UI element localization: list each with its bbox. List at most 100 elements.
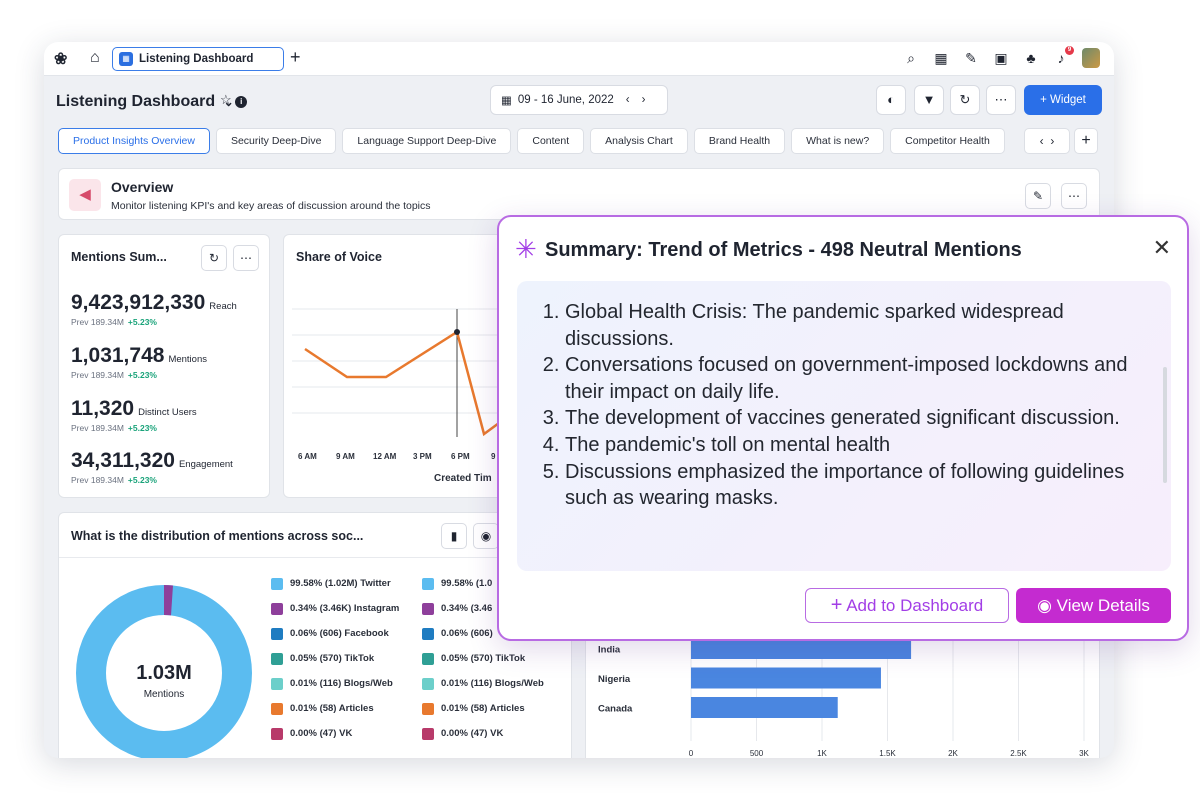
apps-grid-icon[interactable]: ▦ xyxy=(932,50,950,67)
compose-icon[interactable]: ✎ xyxy=(962,50,980,67)
summary-popup: ✳ Summary: Trend of Metrics - 498 Neutra… xyxy=(497,215,1189,641)
overview-card: ◀ Overview Monitor listening KPI's and k… xyxy=(58,168,1100,220)
legend-label: 0.06% (606) xyxy=(441,628,493,639)
summary-item: Discussions emphasized the importance of… xyxy=(565,459,1151,512)
x-tick-label: 6 PM xyxy=(451,452,470,461)
date-range-picker[interactable]: ▦ 09 - 16 June, 2022 ‹ › xyxy=(490,85,668,115)
filter-button[interactable]: ▼ xyxy=(914,85,944,115)
legend-item[interactable]: 0.01% (58) Articles xyxy=(271,696,399,721)
legend-swatch xyxy=(271,727,283,740)
chevron-left-icon[interactable]: ‹ xyxy=(626,94,630,106)
tab-brand-health[interactable]: Brand Health xyxy=(693,128,786,154)
add-tab-button[interactable]: + xyxy=(290,47,301,68)
legend-swatch xyxy=(422,652,434,665)
legend-item[interactable]: 0.00% (47) VK xyxy=(422,721,571,746)
calendar-icon[interactable]: ▣ xyxy=(992,50,1010,67)
legend-item[interactable]: 0.01% (116) Blogs/Web xyxy=(422,671,571,696)
popup-title: Summary: Trend of Metrics - 498 Neutral … xyxy=(545,239,1022,261)
legend-item[interactable]: 0.05% (570) TikTok xyxy=(422,646,571,671)
metric-mentions: 1,031,748 Mentions Prev 189.34M +5.23% xyxy=(71,344,207,380)
legend-label: 0.00% (47) VK xyxy=(290,728,353,739)
legend-item[interactable]: 0.01% (58) Articles xyxy=(422,696,571,721)
community-icon[interactable]: ♣ xyxy=(1022,50,1040,66)
overview-subtitle: Monitor listening KPI's and key areas of… xyxy=(111,200,431,212)
legend-item[interactable]: 0.34% (3.46K) Instagram xyxy=(271,596,399,621)
view-details-button[interactable]: ◉ View Details xyxy=(1016,588,1171,623)
legend-label: 0.34% (3.46K) Instagram xyxy=(290,603,400,614)
info-icon[interactable]: i xyxy=(235,96,248,108)
overview-title: Overview xyxy=(111,179,174,195)
legend-label: 99.58% (1.02M) Twitter xyxy=(290,578,391,589)
summary-item: The pandemic's toll on mental health xyxy=(565,432,1151,459)
x-tick-label: 3K xyxy=(1079,749,1089,758)
user-avatar[interactable] xyxy=(1082,48,1100,68)
app-logo-icon[interactable]: ❀ xyxy=(54,49,76,69)
metric-change: +5.23% xyxy=(127,317,157,327)
x-axis-label: Created Tim xyxy=(434,473,492,484)
legend-item[interactable]: 0.05% (570) TikTok xyxy=(271,646,399,671)
page-title-text: Listening Dashboard xyxy=(56,93,216,110)
metric-change: +5.23% xyxy=(127,475,157,485)
close-icon[interactable]: ✕ xyxy=(1153,235,1171,261)
legend-swatch xyxy=(422,602,434,615)
add-dashboard-tab-button[interactable]: + xyxy=(1074,128,1098,154)
edit-button[interactable]: ✎ xyxy=(1025,183,1051,209)
mentions-summary-title: Mentions Sum... xyxy=(71,250,167,264)
metric-prev: Prev 189.34M xyxy=(71,423,124,433)
legend-item[interactable]: 0.06% (606) Facebook xyxy=(271,621,399,646)
legend-swatch xyxy=(271,652,283,665)
tab-what-is-new[interactable]: What is new? xyxy=(791,128,885,154)
more-options-button[interactable]: ⋯ xyxy=(986,85,1016,115)
toggle-view-button[interactable]: ◐ xyxy=(876,85,906,115)
star-icon[interactable]: ☆ xyxy=(220,92,232,107)
legend-item[interactable]: 0.01% (116) Blogs/Web xyxy=(271,671,399,696)
mentions-more-button[interactable]: ⋯ xyxy=(233,245,259,271)
hover-point xyxy=(454,329,460,335)
refresh-button[interactable]: ↻ xyxy=(950,85,980,115)
home-icon[interactable]: ⌂ xyxy=(90,49,100,67)
bar-nigeria[interactable] xyxy=(691,667,881,689)
legend-label: 0.05% (570) TikTok xyxy=(441,653,526,664)
legend-item[interactable]: 0.00% (47) VK xyxy=(271,721,399,746)
metric-value: 1,031,748 xyxy=(71,344,165,367)
tab-language-support-deep-dive[interactable]: Language Support Deep-Dive xyxy=(342,128,512,154)
browser-tab-listening-dashboard[interactable]: ▦ Listening Dashboard xyxy=(112,47,284,71)
add-widget-button[interactable]: + Widget xyxy=(1024,85,1102,115)
add-to-dashboard-button[interactable]: + Add to Dashboard xyxy=(805,588,1009,623)
dashboard-icon: ▦ xyxy=(119,52,133,66)
bar-chart-icon[interactable]: ▮ xyxy=(441,523,467,549)
tab-content[interactable]: Content xyxy=(517,128,585,154)
legend-swatch xyxy=(422,577,434,590)
metric-value: 9,423,912,330 xyxy=(71,291,206,314)
y-category-label: Canada xyxy=(598,704,633,715)
summary-item: Conversations focused on government-impo… xyxy=(565,352,1151,405)
x-tick-label: 500 xyxy=(750,749,764,758)
overview-more-button[interactable]: ⋯ xyxy=(1061,183,1087,209)
metric-reach: 9,423,912,330 Reach Prev 189.34M +5.23% xyxy=(71,291,237,327)
x-tick-label: 9 xyxy=(491,452,496,461)
tab-scroll-nav[interactable]: ‹ › xyxy=(1024,128,1070,154)
lightbulb-icon[interactable]: ◉ xyxy=(473,523,499,549)
bar-india[interactable] xyxy=(691,638,912,659)
tab-security-deep-dive[interactable]: Security Deep-Dive xyxy=(215,128,337,154)
scrollbar[interactable] xyxy=(1163,367,1167,483)
tab-analysis-chart[interactable]: Analysis Chart xyxy=(590,128,688,154)
search-icon[interactable]: ⌕ xyxy=(902,50,920,67)
bar-canada[interactable] xyxy=(691,697,838,718)
summary-item: Global Health Crisis: The pandemic spark… xyxy=(565,299,1151,352)
legend-swatch xyxy=(271,602,283,615)
tab-competitor-health[interactable]: Competitor Health xyxy=(890,128,1005,154)
chevron-right-icon[interactable]: › xyxy=(642,94,646,106)
notification-bell-icon[interactable]: ♪ 9 xyxy=(1052,46,1074,66)
refresh-icon[interactable]: ↻ xyxy=(201,245,227,271)
divider xyxy=(59,557,571,558)
page-title: Listening Dashboard ⌄ xyxy=(56,93,234,111)
metric-prev: Prev 189.34M xyxy=(71,317,124,327)
x-tick-label: 1.5K xyxy=(879,749,896,758)
legend-item[interactable]: 99.58% (1.02M) Twitter xyxy=(271,571,399,596)
metric-change: +5.23% xyxy=(127,423,157,433)
tab-product-insights-overview[interactable]: Product Insights Overview xyxy=(58,128,210,154)
eye-icon: ◉ xyxy=(1037,596,1052,615)
legend-label: 0.01% (116) Blogs/Web xyxy=(290,678,393,689)
legend-swatch xyxy=(271,577,283,590)
